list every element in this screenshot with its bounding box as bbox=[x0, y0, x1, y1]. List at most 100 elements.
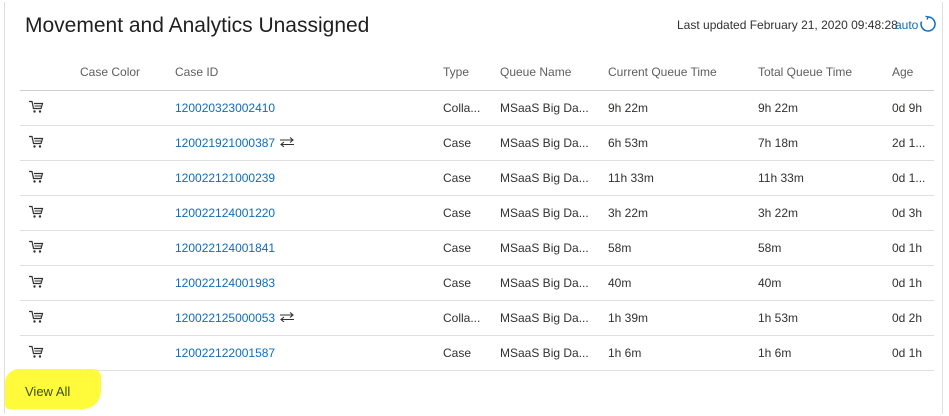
cart-icon[interactable] bbox=[28, 275, 44, 292]
queue-name-cell: MSaaS Big Da... bbox=[500, 230, 608, 266]
row-action-cell bbox=[20, 335, 80, 371]
last-updated-text: Last updated February 21, 2020 09:48:28 bbox=[677, 18, 898, 32]
type-cell: Case bbox=[443, 195, 500, 231]
case-color-cell bbox=[80, 265, 175, 301]
type-cell: Case bbox=[443, 335, 500, 371]
refresh-icon[interactable] bbox=[919, 15, 937, 33]
type-cell: Case bbox=[443, 265, 500, 301]
case-id-link[interactable]: 120022124001983 bbox=[175, 276, 275, 290]
header-current-queue-time[interactable]: Current Queue Time bbox=[608, 54, 758, 91]
case-color-cell bbox=[80, 90, 175, 126]
transfer-arrows-icon bbox=[279, 136, 295, 150]
dashboard-panel: Movement and Analytics Unassigned Last u… bbox=[4, 2, 943, 414]
case-color-cell bbox=[80, 160, 175, 196]
case-id-link[interactable]: 120022124001841 bbox=[175, 241, 275, 255]
total-queue-time-cell: 11h 33m bbox=[758, 160, 892, 196]
case-id-cell: 120022122001587 bbox=[175, 335, 443, 371]
case-id-link[interactable]: 120022124001220 bbox=[175, 206, 275, 220]
table-header-row: Case Color Case ID Type Queue Name Curre… bbox=[20, 54, 934, 91]
age-cell: 0d 1h bbox=[892, 335, 934, 371]
age-cell: 0d 2h bbox=[892, 300, 934, 336]
queue-name-cell: MSaaS Big Da... bbox=[500, 300, 608, 336]
cart-icon[interactable] bbox=[28, 240, 44, 257]
age-cell: 0d 3h bbox=[892, 195, 934, 231]
table-row[interactable]: 120022124001841 Case MSaaS Big Da... 58m 58m… bbox=[20, 230, 934, 266]
case-color-cell bbox=[80, 300, 175, 336]
case-id-cell: 120020323002410 bbox=[175, 90, 443, 126]
cart-icon[interactable] bbox=[28, 310, 44, 327]
current-queue-time-cell: 1h 6m bbox=[608, 335, 758, 371]
case-color-cell bbox=[80, 125, 175, 161]
cart-icon[interactable] bbox=[28, 205, 44, 222]
case-id-link[interactable]: 120021921000387 bbox=[175, 136, 275, 150]
current-queue-time-cell: 3h 22m bbox=[608, 195, 758, 231]
table-row[interactable]: 120020323002410 Colla... MSaaS Big Da... 9h… bbox=[20, 90, 934, 126]
current-queue-time-cell: 1h 39m bbox=[608, 300, 758, 336]
type-cell: Case bbox=[443, 230, 500, 266]
current-queue-time-cell: 40m bbox=[608, 265, 758, 301]
cart-icon[interactable] bbox=[28, 170, 44, 187]
row-action-cell bbox=[20, 265, 80, 301]
total-queue-time-cell: 1h 6m bbox=[758, 335, 892, 371]
case-color-cell bbox=[80, 195, 175, 231]
row-action-cell bbox=[20, 195, 80, 231]
case-color-cell bbox=[80, 335, 175, 371]
age-cell: 0d 1... bbox=[892, 160, 934, 196]
case-id-cell: 120022121000239 bbox=[175, 160, 443, 196]
cases-table: Case Color Case ID Type Queue Name Curre… bbox=[20, 54, 934, 371]
case-id-link[interactable]: 120022125000053 bbox=[175, 311, 275, 325]
queue-name-cell: MSaaS Big Da... bbox=[500, 335, 608, 371]
case-color-cell bbox=[80, 230, 175, 266]
age-cell: 2d 1... bbox=[892, 125, 934, 161]
type-cell: Case bbox=[443, 160, 500, 196]
age-cell: 0d 1h bbox=[892, 265, 934, 301]
panel-title: Movement and Analytics Unassigned bbox=[25, 14, 370, 37]
total-queue-time-cell: 1h 53m bbox=[758, 300, 892, 336]
table-row[interactable]: 120022124001983 Case MSaaS Big Da... 40m 40m… bbox=[20, 265, 934, 301]
type-cell: Colla... bbox=[443, 90, 500, 126]
current-queue-time-cell: 11h 33m bbox=[608, 160, 758, 196]
total-queue-time-cell: 7h 18m bbox=[758, 125, 892, 161]
current-queue-time-cell: 6h 53m bbox=[608, 125, 758, 161]
case-id-link[interactable]: 120022122001587 bbox=[175, 346, 275, 360]
table-row[interactable]: 120022122001587 Case MSaaS Big Da... 1h 6m 1… bbox=[20, 335, 934, 371]
case-id-link[interactable]: 120022121000239 bbox=[175, 171, 275, 185]
case-id-link[interactable]: 120020323002410 bbox=[175, 101, 275, 115]
row-action-cell bbox=[20, 160, 80, 196]
transfer-arrows-icon bbox=[279, 311, 295, 325]
view-all-link[interactable]: View All bbox=[25, 384, 70, 399]
header-case-id[interactable]: Case ID bbox=[175, 54, 443, 91]
cart-icon[interactable] bbox=[28, 135, 44, 152]
header-age[interactable]: Age bbox=[892, 54, 934, 91]
auto-refresh-link[interactable]: auto bbox=[895, 18, 918, 32]
header-total-queue-time[interactable]: Total Queue Time bbox=[758, 54, 892, 91]
table-row[interactable]: 120022121000239 Case MSaaS Big Da... 11h 33… bbox=[20, 160, 934, 196]
header-action bbox=[20, 54, 80, 91]
row-action-cell bbox=[20, 125, 80, 161]
total-queue-time-cell: 58m bbox=[758, 230, 892, 266]
table-row[interactable]: 120022124001220 Case MSaaS Big Da... 3h 22m… bbox=[20, 195, 934, 231]
case-id-cell: 120022124001841 bbox=[175, 230, 443, 266]
case-id-cell: 120022125000053 bbox=[175, 300, 443, 336]
row-action-cell bbox=[20, 90, 80, 126]
queue-name-cell: MSaaS Big Da... bbox=[500, 195, 608, 231]
table-row[interactable]: 120022125000053 Colla... MSaaS Big Da... 1h… bbox=[20, 300, 934, 336]
queue-name-cell: MSaaS Big Da... bbox=[500, 125, 608, 161]
age-cell: 0d 1h bbox=[892, 230, 934, 266]
header-type[interactable]: Type bbox=[443, 54, 500, 91]
queue-name-cell: MSaaS Big Da... bbox=[500, 160, 608, 196]
cart-icon[interactable] bbox=[28, 100, 44, 117]
queue-name-cell: MSaaS Big Da... bbox=[500, 90, 608, 126]
case-id-cell: 120022124001983 bbox=[175, 265, 443, 301]
cart-icon[interactable] bbox=[28, 345, 44, 362]
table-row[interactable]: 120021921000387 Case MSaaS Big Da... 6h 53m… bbox=[20, 125, 934, 161]
total-queue-time-cell: 9h 22m bbox=[758, 90, 892, 126]
age-cell: 0d 9h bbox=[892, 90, 934, 126]
header-queue-name[interactable]: Queue Name bbox=[500, 54, 608, 91]
current-queue-time-cell: 9h 22m bbox=[608, 90, 758, 126]
total-queue-time-cell: 40m bbox=[758, 265, 892, 301]
header-case-color[interactable]: Case Color bbox=[80, 54, 175, 91]
case-id-cell: 120021921000387 bbox=[175, 125, 443, 161]
type-cell: Case bbox=[443, 125, 500, 161]
total-queue-time-cell: 3h 22m bbox=[758, 195, 892, 231]
